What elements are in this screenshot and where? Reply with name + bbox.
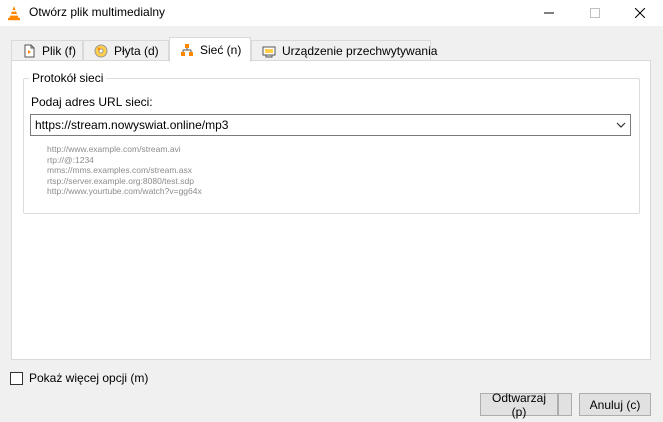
- url-input[interactable]: [31, 115, 605, 135]
- tab-capture-device[interactable]: Urządzenie przechwytywania: [251, 40, 437, 60]
- disc-icon: [94, 44, 108, 58]
- tab-network-label: Sieć (n): [200, 43, 242, 57]
- tab-file[interactable]: Plik (f): [11, 40, 83, 60]
- network-icon: [180, 43, 194, 57]
- vlc-cone-icon: [6, 5, 22, 21]
- more-options-row[interactable]: Pokaż więcej opcji (m): [10, 371, 148, 385]
- close-icon: [635, 8, 645, 18]
- network-tab-panel: Protokół sieci Podaj adres URL sieci: ht…: [11, 60, 651, 360]
- url-examples: http://www.example.com/stream.avi rtp://…: [47, 144, 202, 197]
- tab-capture-device-label: Urządzenie przechwytywania: [282, 43, 438, 58]
- chevron-down-icon[interactable]: [614, 118, 628, 132]
- minimize-icon: [544, 12, 554, 14]
- url-example: mms://mms.examples.com/stream.asx: [47, 165, 192, 176]
- maximize-icon: [590, 8, 600, 18]
- url-example: http://www.yourtube.com/watch?v=gg64x: [47, 186, 202, 197]
- title-bar: Otwórz plik multimedialny: [0, 0, 663, 26]
- capture-device-icon: [262, 44, 276, 58]
- url-example: rtsp://server.example.org:8080/test.sdp: [47, 175, 194, 186]
- tab-disc-label: Płyta (d): [114, 43, 159, 58]
- more-options-label[interactable]: Pokaż więcej opcji (m): [29, 371, 148, 385]
- url-example: http://www.example.com/stream.avi: [47, 144, 181, 154]
- maximize-button[interactable]: [572, 0, 618, 26]
- close-button[interactable]: [617, 0, 663, 26]
- url-example: rtp://@:1234: [47, 154, 94, 165]
- play-options-dropdown[interactable]: [558, 393, 572, 416]
- play-button[interactable]: Odtwarzaj (p): [480, 391, 558, 419]
- tab-network[interactable]: Sieć (n): [169, 37, 251, 62]
- group-title: Protokół sieci: [29, 71, 107, 85]
- cancel-button[interactable]: Anuluj (c): [579, 393, 651, 416]
- minimize-button[interactable]: [526, 0, 572, 26]
- more-options-checkbox[interactable]: [10, 371, 23, 385]
- file-icon: [22, 44, 36, 58]
- tab-file-label: Plik (f): [42, 43, 76, 58]
- tab-disc[interactable]: Płyta (d): [83, 40, 169, 60]
- url-label: Podaj adres URL sieci:: [31, 95, 153, 109]
- window-title: Otwórz plik multimedialny: [29, 5, 166, 19]
- url-combobox[interactable]: [30, 114, 631, 136]
